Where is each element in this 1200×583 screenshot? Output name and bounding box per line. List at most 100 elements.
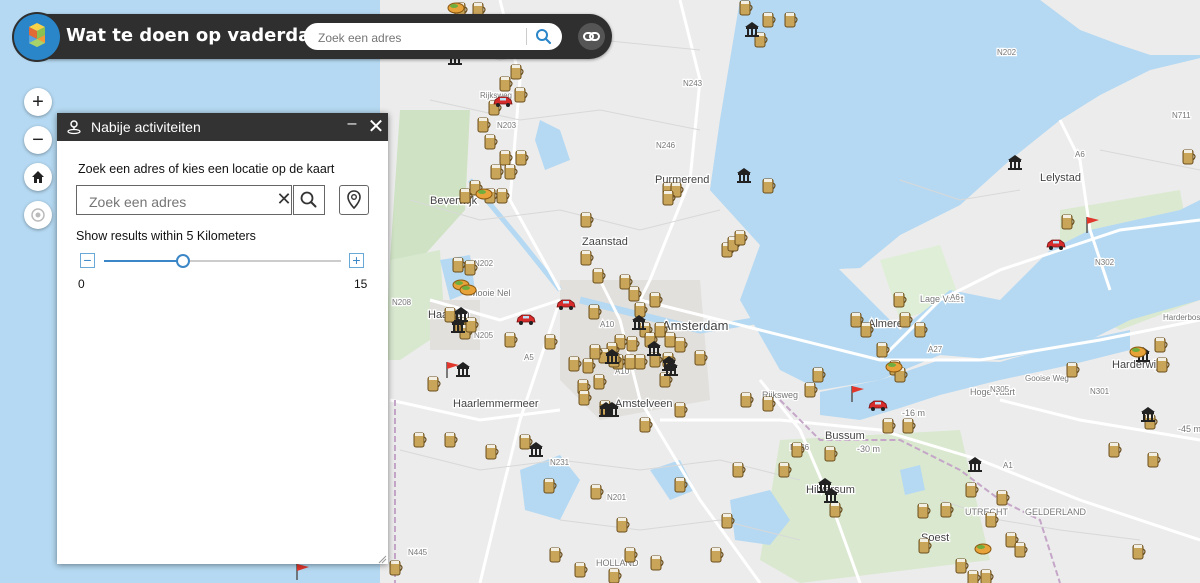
beer-marker-icon[interactable]: [1154, 337, 1168, 353]
beer-marker-icon[interactable]: [650, 555, 664, 571]
beer-marker-icon[interactable]: [674, 337, 688, 353]
flag-marker-icon[interactable]: [296, 564, 309, 580]
beer-marker-icon[interactable]: [1108, 442, 1122, 458]
beer-marker-icon[interactable]: [588, 304, 602, 320]
beer-marker-icon[interactable]: [762, 12, 776, 28]
beer-marker-icon[interactable]: [389, 560, 403, 576]
beer-marker-icon[interactable]: [578, 390, 592, 406]
beer-marker-icon[interactable]: [662, 190, 676, 206]
beer-marker-icon[interactable]: [499, 76, 513, 92]
food-marker-icon[interactable]: [447, 2, 465, 14]
beer-marker-icon[interactable]: [582, 358, 596, 374]
beer-marker-icon[interactable]: [917, 503, 931, 519]
beer-marker-icon[interactable]: [515, 150, 529, 166]
food-marker-icon[interactable]: [475, 188, 493, 200]
beer-marker-icon[interactable]: [955, 558, 969, 574]
food-marker-icon[interactable]: [1129, 346, 1147, 358]
beer-marker-icon[interactable]: [940, 502, 954, 518]
beer-marker-icon[interactable]: [732, 462, 746, 478]
beer-marker-icon[interactable]: [580, 250, 594, 266]
zoom-in-button[interactable]: +: [24, 88, 52, 116]
beer-marker-icon[interactable]: [452, 257, 466, 273]
beer-marker-icon[interactable]: [694, 350, 708, 366]
beer-marker-icon[interactable]: [616, 517, 630, 533]
beer-marker-icon[interactable]: [504, 332, 518, 348]
panel-search-box[interactable]: ✕: [76, 185, 292, 215]
beer-marker-icon[interactable]: [634, 354, 648, 370]
beer-marker-icon[interactable]: [985, 512, 999, 528]
beer-marker-icon[interactable]: [965, 482, 979, 498]
beer-marker-icon[interactable]: [893, 292, 907, 308]
beer-marker-icon[interactable]: [1066, 362, 1080, 378]
beer-marker-icon[interactable]: [504, 164, 518, 180]
beer-marker-icon[interactable]: [649, 292, 663, 308]
beer-marker-icon[interactable]: [499, 150, 513, 166]
beer-marker-icon[interactable]: [674, 477, 688, 493]
home-button[interactable]: [24, 163, 52, 191]
panel-search-button[interactable]: [293, 185, 325, 215]
beer-marker-icon[interactable]: [812, 367, 826, 383]
locate-button[interactable]: [24, 201, 52, 229]
panel-minimize-button[interactable]: –: [343, 115, 361, 137]
beer-marker-icon[interactable]: [1132, 544, 1146, 560]
beer-marker-icon[interactable]: [1147, 452, 1161, 468]
beer-marker-icon[interactable]: [1014, 542, 1028, 558]
food-marker-icon[interactable]: [974, 543, 992, 555]
beer-marker-icon[interactable]: [543, 478, 557, 494]
beer-marker-icon[interactable]: [902, 418, 916, 434]
beer-marker-icon[interactable]: [876, 342, 890, 358]
beer-marker-icon[interactable]: [477, 117, 491, 133]
beer-marker-icon[interactable]: [589, 344, 603, 360]
beer-marker-icon[interactable]: [829, 502, 843, 518]
beer-marker-icon[interactable]: [592, 268, 606, 284]
panel-search-clear-button[interactable]: ✕: [275, 189, 293, 211]
beer-marker-icon[interactable]: [1156, 357, 1170, 373]
beer-marker-icon[interactable]: [490, 164, 504, 180]
beer-marker-icon[interactable]: [574, 562, 588, 578]
beer-marker-icon[interactable]: [791, 442, 805, 458]
slider-decrease-button[interactable]: −: [80, 253, 95, 268]
beer-marker-icon[interactable]: [899, 312, 913, 328]
beer-marker-icon[interactable]: [464, 260, 478, 276]
header-search[interactable]: [304, 23, 562, 50]
beer-marker-icon[interactable]: [762, 396, 776, 412]
beer-marker-icon[interactable]: [882, 418, 896, 434]
beer-marker-icon[interactable]: [721, 513, 735, 529]
resize-grip-icon[interactable]: [377, 554, 387, 564]
beer-marker-icon[interactable]: [484, 134, 498, 150]
beer-marker-icon[interactable]: [824, 446, 838, 462]
beer-marker-icon[interactable]: [674, 402, 688, 418]
beer-marker-icon[interactable]: [444, 307, 458, 323]
food-marker-icon[interactable]: [885, 361, 903, 373]
beer-marker-icon[interactable]: [624, 547, 638, 563]
beer-marker-icon[interactable]: [996, 490, 1010, 506]
pick-location-button[interactable]: [339, 185, 369, 215]
beer-marker-icon[interactable]: [804, 382, 818, 398]
header-search-input[interactable]: [316, 27, 520, 48]
beer-marker-icon[interactable]: [413, 432, 427, 448]
share-link-button[interactable]: [578, 23, 605, 50]
beer-marker-icon[interactable]: [1061, 214, 1075, 230]
header-search-button[interactable]: [531, 25, 557, 48]
beer-marker-icon[interactable]: [980, 569, 994, 583]
beer-marker-icon[interactable]: [639, 417, 653, 433]
beer-marker-icon[interactable]: [634, 302, 648, 318]
beer-marker-icon[interactable]: [918, 538, 932, 554]
beer-marker-icon[interactable]: [608, 568, 622, 583]
panel-close-button[interactable]: ✕: [366, 114, 386, 138]
beer-marker-icon[interactable]: [580, 212, 594, 228]
beer-marker-icon[interactable]: [485, 444, 499, 460]
food-marker-icon[interactable]: [459, 284, 477, 296]
beer-marker-icon[interactable]: [549, 547, 563, 563]
beer-marker-icon[interactable]: [967, 570, 981, 583]
panel-search-input[interactable]: [87, 192, 271, 212]
beer-marker-icon[interactable]: [784, 12, 798, 28]
beer-marker-icon[interactable]: [510, 64, 524, 80]
beer-marker-icon[interactable]: [590, 484, 604, 500]
beer-marker-icon[interactable]: [568, 356, 582, 372]
zoom-out-button[interactable]: −: [24, 126, 52, 154]
beer-marker-icon[interactable]: [739, 0, 753, 16]
beer-marker-icon[interactable]: [544, 334, 558, 350]
beer-marker-icon[interactable]: [459, 188, 473, 204]
beer-marker-icon[interactable]: [914, 322, 928, 338]
